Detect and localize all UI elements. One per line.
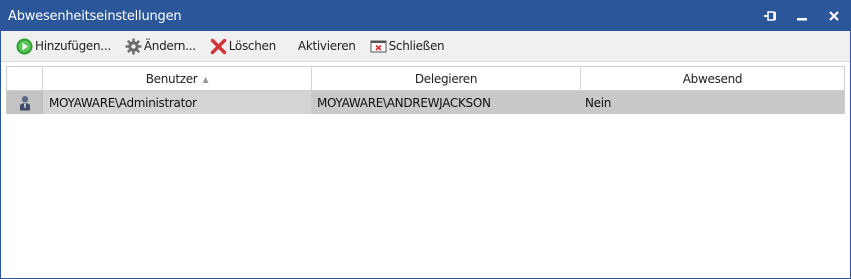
column-header-delegate[interactable]: Delegieren [312,67,581,90]
add-button-label: Hinzufügen... [35,39,111,53]
window-title: Abwesenheitseinstellungen [8,8,182,24]
grid-header: Benutzer ▲ Delegieren Abwesend [7,67,844,91]
user-icon [19,95,30,110]
cell-absent: Nein [585,95,612,110]
row-indicator-header [7,67,43,90]
window-controls [754,1,850,31]
delete-button-label: Löschen [228,39,276,53]
close-icon [829,11,839,21]
add-icon [16,38,33,55]
activate-button[interactable]: Aktivieren [293,34,361,58]
close-dialog-button[interactable]: Schließen [365,34,450,58]
activate-button-label: Aktivieren [297,39,356,53]
column-header-absent[interactable]: Abwesend [581,67,844,90]
delete-button[interactable]: Löschen [205,34,281,58]
table-row[interactable]: MOYAWARE\Administrator MOYAWARE\ANDREWJA… [7,91,844,114]
cell-delegate: MOYAWARE\ANDREWJACKSON [317,95,491,110]
absence-settings-window: Abwesenheitseinstellungen Hinzufügen... … [0,0,851,279]
cell-user: MOYAWARE\Administrator [43,91,311,114]
minimize-button[interactable] [786,1,818,31]
pin-icon [764,11,776,21]
column-header-absent-label: Abwesend [682,71,743,86]
sort-ascending-icon: ▲ [202,74,209,84]
gear-icon [125,38,142,55]
close-window-icon [370,38,387,55]
column-header-user[interactable]: Benutzer ▲ [43,67,312,90]
pin-button[interactable] [754,1,786,31]
close-button[interactable] [818,1,850,31]
column-header-user-label: Benutzer [145,71,198,86]
toolbar: Hinzufügen... Ändern... Löschen Aktivier… [1,31,850,62]
absence-grid: Benutzer ▲ Delegieren Abwesend MOYAWARE\… [6,66,845,114]
edit-button[interactable]: Ändern... [120,34,201,58]
title-bar: Abwesenheitseinstellungen [1,1,850,31]
delete-x-icon [210,38,227,55]
minimize-icon [797,18,807,21]
close-dialog-button-label: Schließen [388,39,445,53]
edit-button-label: Ändern... [143,39,196,53]
row-indicator [7,91,43,114]
column-header-delegate-label: Delegieren [414,71,478,86]
add-button[interactable]: Hinzufügen... [11,34,116,58]
